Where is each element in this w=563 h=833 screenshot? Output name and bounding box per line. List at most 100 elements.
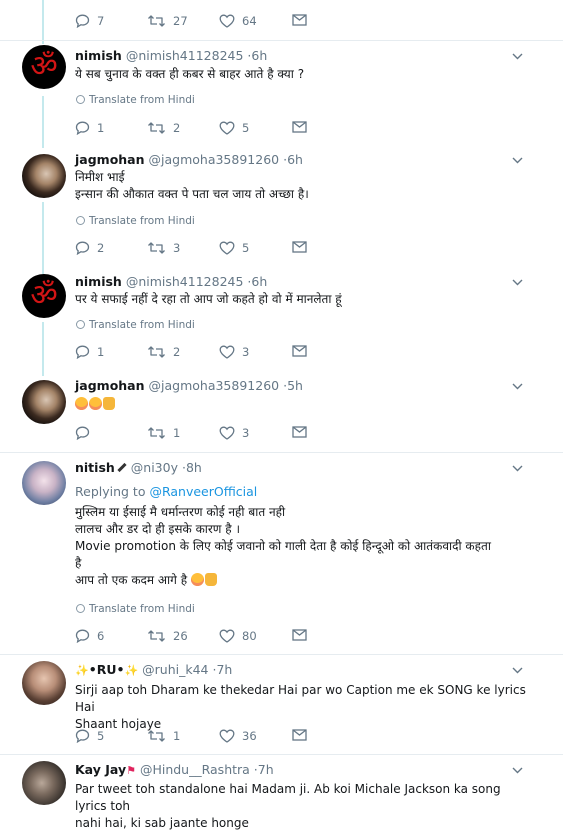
user-handle[interactable]: @ni30y (131, 460, 178, 475)
tweet-header: ✨•RU•✨ @ruhi_k44 ·7h (75, 662, 232, 677)
retweet-icon (148, 427, 165, 439)
retweet-count: 1 (173, 729, 181, 743)
avatar[interactable] (22, 154, 66, 198)
translate-link[interactable]: Translate from Hindi (76, 319, 195, 331)
tweet[interactable]: jagmohan @jagmoha35891260 ·5h 1 3 (0, 374, 563, 450)
display-name[interactable]: nitish (75, 460, 115, 475)
tweet[interactable]: ॐ nimish @nimish41128245 ·6h पर ये सफाई … (0, 270, 563, 374)
reply-button[interactable]: 1 (75, 345, 104, 359)
like-button[interactable]: 3 (219, 345, 249, 359)
tweet[interactable]: nitish @ni30y ·8h Replying to @RanveerOf… (0, 452, 563, 649)
chevron-down-icon[interactable] (512, 383, 523, 390)
display-name[interactable]: jagmohan (75, 378, 145, 393)
like-icon (219, 14, 235, 28)
message-button[interactable] (292, 729, 307, 741)
avatar[interactable] (22, 461, 66, 505)
timestamp[interactable]: ·6h (247, 48, 267, 63)
timestamp[interactable]: ·8h (182, 460, 202, 475)
user-handle[interactable]: @nimish41128245 (126, 274, 244, 289)
retweet-icon (148, 122, 165, 134)
like-button[interactable]: 5 (219, 241, 249, 255)
reply-icon (75, 729, 90, 743)
avatar[interactable] (22, 761, 66, 805)
reply-button[interactable]: 5 (75, 729, 104, 743)
like-button[interactable]: 36 (219, 729, 257, 743)
message-button[interactable] (292, 345, 307, 357)
message-icon (292, 729, 307, 741)
tweet[interactable]: Kay Jay⚑ @Hindu__Rashtra ·7h Par tweet t… (0, 754, 563, 833)
reply-button[interactable]: 1 (75, 121, 104, 135)
avatar[interactable]: ॐ (22, 45, 66, 89)
retweet-count: 26 (173, 629, 188, 643)
message-button[interactable] (292, 426, 307, 438)
reply-button[interactable]: 7 (75, 14, 104, 28)
sparkles-emoji: ✨ (75, 664, 89, 677)
message-button[interactable] (292, 241, 307, 253)
message-button[interactable] (292, 14, 307, 26)
message-button[interactable] (292, 121, 307, 133)
display-name[interactable]: jagmohan (75, 152, 145, 167)
chevron-down-icon[interactable] (512, 53, 523, 60)
user-handle[interactable]: @jagmoha35891260 (149, 152, 280, 167)
message-button[interactable] (292, 629, 307, 641)
display-name[interactable]: nimish (75, 274, 122, 289)
user-handle[interactable]: @nimish41128245 (126, 48, 244, 63)
display-name[interactable]: Kay Jay (75, 762, 126, 777)
smiling-face-emoji (89, 397, 102, 410)
tweet-text: ये सब चुनाव के वक्त ही कबर से बाहर आते ह… (75, 67, 305, 81)
avatar[interactable] (22, 661, 66, 705)
message-icon (292, 241, 307, 253)
replying-to: Replying to @RanveerOfficial (75, 484, 258, 499)
translate-link[interactable]: Translate from Hindi (76, 603, 195, 615)
reply-button[interactable] (75, 426, 90, 440)
tweet-header: jagmohan @jagmoha35891260 ·5h (75, 378, 303, 393)
retweet-button[interactable]: 1 (147, 729, 180, 743)
translate-link[interactable]: Translate from Hindi (76, 94, 195, 106)
tweet-header: Kay Jay⚑ @Hindu__Rashtra ·7h (75, 762, 274, 777)
retweet-icon (148, 242, 165, 254)
retweet-button[interactable]: 2 (147, 345, 180, 359)
display-name[interactable]: nimish (75, 48, 122, 63)
tweet[interactable]: ॐ nimish @nimish41128245 ·6h ये सब चुनाव… (0, 40, 563, 149)
translate-link[interactable]: Translate from Hindi (76, 215, 195, 227)
chevron-down-icon[interactable] (512, 667, 523, 674)
retweet-count: 27 (173, 14, 188, 28)
chevron-down-icon[interactable] (512, 767, 523, 774)
user-handle[interactable]: @ruhi_k44 (142, 662, 208, 677)
user-handle[interactable]: @jagmoha35891260 (149, 378, 280, 393)
like-icon (219, 629, 235, 643)
avatar[interactable]: ॐ (22, 274, 66, 318)
timestamp[interactable]: ·6h (283, 152, 303, 167)
timestamp[interactable]: ·7h (213, 662, 233, 677)
display-name[interactable]: •RU• (89, 662, 125, 677)
user-handle[interactable]: @Hindu__Rashtra (140, 762, 250, 777)
like-count: 80 (242, 629, 257, 643)
smiling-face-emoji (75, 397, 88, 410)
chevron-down-icon[interactable] (512, 279, 523, 286)
replying-to-handle[interactable]: @RanveerOfficial (149, 484, 257, 499)
timestamp[interactable]: ·5h (283, 378, 303, 393)
avatar[interactable] (22, 380, 66, 424)
chevron-down-icon[interactable] (512, 157, 523, 164)
reply-button[interactable]: 2 (75, 241, 104, 255)
like-button[interactable]: 80 (219, 629, 257, 643)
retweet-button[interactable]: 3 (147, 241, 180, 255)
retweet-button[interactable]: 27 (147, 14, 188, 28)
tweet[interactable]: ✨•RU•✨ @ruhi_k44 ·7h Sirji aap toh Dhara… (0, 654, 563, 751)
timestamp[interactable]: ·7h (254, 762, 274, 777)
tweet[interactable]: jagmohan @jagmoha35891260 ·6h निमीश भाई … (0, 148, 563, 270)
like-button[interactable]: 5 (219, 121, 249, 135)
retweet-button[interactable]: 1 (147, 426, 180, 440)
message-icon (292, 629, 307, 641)
retweet-icon (148, 346, 165, 358)
reply-count: 2 (97, 241, 105, 255)
timestamp[interactable]: ·6h (247, 274, 267, 289)
reply-button[interactable]: 6 (75, 629, 104, 643)
retweet-button[interactable]: 26 (147, 629, 188, 643)
like-button[interactable]: 64 (219, 14, 257, 28)
like-button[interactable]: 3 (219, 426, 249, 440)
retweet-button[interactable]: 2 (147, 121, 180, 135)
message-icon (292, 345, 307, 357)
chevron-down-icon[interactable] (512, 465, 523, 472)
pen-emoji (117, 462, 127, 473)
